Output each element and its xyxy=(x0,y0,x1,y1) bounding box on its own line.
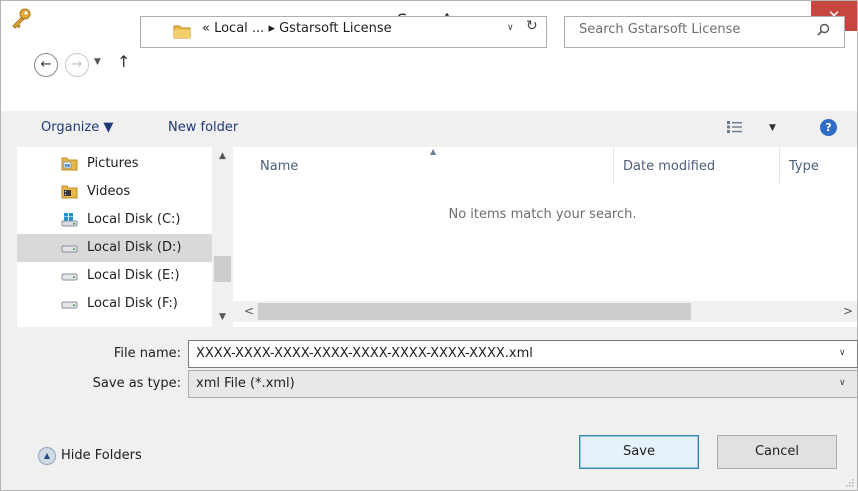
save-as-type-value[interactable]: xml File (*.xml) xyxy=(196,376,295,391)
sidebar-item-pictures[interactable]: Pictures xyxy=(17,150,217,178)
scroll-right-icon[interactable]: > xyxy=(843,304,853,318)
back-button[interactable]: ← xyxy=(34,53,58,77)
resize-grip-icon[interactable] xyxy=(846,479,854,487)
forward-button[interactable]: → xyxy=(65,53,89,77)
column-header-name[interactable]: Name xyxy=(260,159,298,174)
recent-locations-icon[interactable]: ▼ xyxy=(94,57,101,67)
sidebar-item-local-disk-d[interactable]: Local Disk (D:) xyxy=(17,234,217,262)
file-list xyxy=(233,147,857,327)
hide-folders-icon[interactable]: ▲ xyxy=(38,447,56,465)
column-divider[interactable] xyxy=(779,147,780,183)
organize-button[interactable]: Organize ▼ xyxy=(41,120,113,135)
column-header-date-modified[interactable]: Date modified xyxy=(623,159,715,174)
navigation-bar: ← → ▼ ↑ xyxy=(1,39,857,111)
sidebar-item-local-disk-f[interactable]: Local Disk (F:) xyxy=(17,290,217,318)
file-name-label: File name: xyxy=(113,346,181,361)
refresh-icon[interactable]: ↻ xyxy=(526,18,538,34)
hide-folders-button[interactable]: Hide Folders xyxy=(61,448,142,463)
command-bar: Organize ▼ New folder ▼ ? xyxy=(1,111,857,147)
address-dropdown-icon[interactable]: ∨ xyxy=(507,23,514,33)
navigation-pane: Pictures Videos Local Disk (C:) Local Di… xyxy=(17,147,233,327)
view-options-icon[interactable] xyxy=(726,119,744,135)
drive-icon xyxy=(61,301,78,309)
drive-icon xyxy=(61,245,78,253)
scroll-up-icon[interactable]: ▲ xyxy=(219,151,226,161)
sidebar-item-videos[interactable]: Videos xyxy=(17,178,217,206)
sidebar-item-label: Local Disk (E:) xyxy=(87,268,180,283)
folder-icon xyxy=(173,25,191,39)
breadcrumb[interactable]: « Local ... ▸ Gstarsoft License xyxy=(202,21,392,36)
search-icon[interactable] xyxy=(817,23,830,36)
scroll-down-icon[interactable]: ▼ xyxy=(219,312,226,322)
sidebar-scrollbar[interactable] xyxy=(212,147,233,327)
back-arrow-icon: ← xyxy=(40,57,52,72)
hide-folders-glyph: ▲ xyxy=(43,451,51,460)
videos-folder-icon xyxy=(61,185,78,199)
sort-ascending-icon: ▲ xyxy=(430,147,437,156)
up-folder-button[interactable]: ↑ xyxy=(117,52,130,71)
search-input[interactable]: Search Gstarsoft License xyxy=(579,22,740,37)
sidebar-scroll-thumb[interactable] xyxy=(214,256,231,282)
drive-icon xyxy=(61,273,78,281)
save-as-dialog: Save As ✕ ← → ▼ ↑ « Local ... ▸ Gstarsof… xyxy=(0,0,858,491)
column-header-type[interactable]: Type xyxy=(789,159,819,174)
scroll-left-icon[interactable]: < xyxy=(244,304,254,318)
file-name-input[interactable]: XXXX-XXXX-XXXX-XXXX-XXXX-XXXX-XXXX-XXXX.… xyxy=(196,346,533,361)
file-name-dropdown-icon[interactable]: ∨ xyxy=(839,348,846,358)
help-icon: ? xyxy=(825,121,832,134)
save-button[interactable]: Save xyxy=(579,435,699,469)
pictures-folder-icon xyxy=(61,157,78,171)
cancel-button[interactable]: Cancel xyxy=(717,435,837,469)
empty-message: No items match your search. xyxy=(448,207,637,222)
file-list-scroll-thumb[interactable] xyxy=(258,303,691,320)
view-dropdown-icon[interactable]: ▼ xyxy=(769,123,776,133)
sidebar-item-label: Local Disk (F:) xyxy=(87,296,178,311)
save-as-type-dropdown-icon[interactable]: ∨ xyxy=(839,378,846,388)
save-as-type-label: Save as type: xyxy=(92,376,181,391)
new-folder-button[interactable]: New folder xyxy=(168,120,238,135)
column-divider[interactable] xyxy=(613,147,614,183)
sidebar-item-local-disk-e[interactable]: Local Disk (E:) xyxy=(17,262,217,290)
sidebar-item-label: Pictures xyxy=(87,156,139,171)
help-button[interactable]: ? xyxy=(820,119,837,136)
forward-arrow-icon: → xyxy=(71,57,83,72)
sidebar-item-label: Videos xyxy=(87,184,131,199)
sidebar-item-label: Local Disk (D:) xyxy=(87,240,182,255)
